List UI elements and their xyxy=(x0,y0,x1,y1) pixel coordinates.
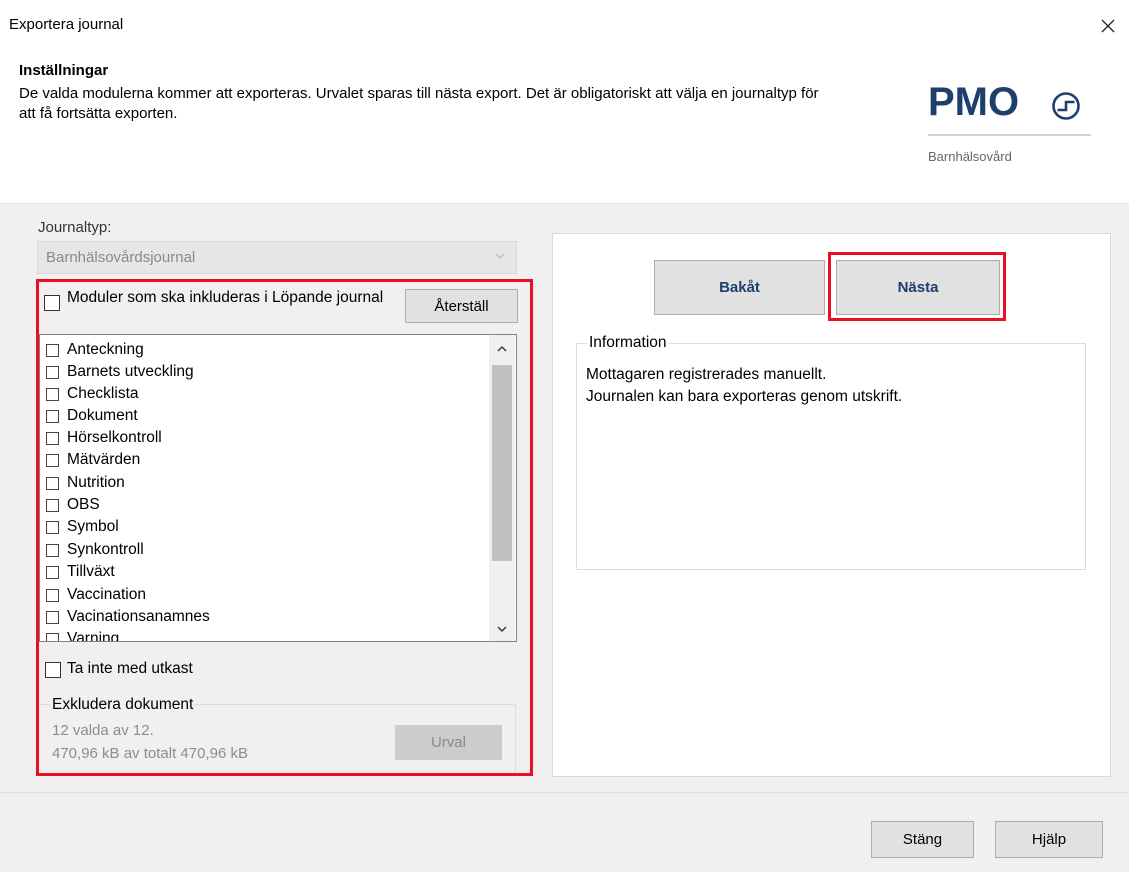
title-bar xyxy=(0,0,1129,52)
close-dialog-button[interactable]: Stäng xyxy=(871,821,974,858)
journaltyp-select[interactable]: Barnhälsovårdsjournal xyxy=(37,241,517,274)
information-line: Mottagaren registrerades manuellt. xyxy=(586,366,827,383)
header-divider xyxy=(0,203,1129,204)
highlight-box-next xyxy=(828,252,1006,321)
pmo-logo: PMO xyxy=(928,80,1088,140)
settings-title: Inställningar xyxy=(19,62,109,79)
logo-divider xyxy=(928,134,1091,136)
highlight-box-modules xyxy=(36,279,533,776)
settings-description: De valda modulerna kommer att exporteras… xyxy=(19,85,819,122)
logo-subtitle: Barnhälsovård xyxy=(928,149,1012,164)
help-button[interactable]: Hjälp xyxy=(995,821,1103,858)
information-line: Journalen kan bara exporteras genom utsk… xyxy=(586,388,903,405)
window-title: Exportera journal xyxy=(9,16,124,33)
chevron-down-icon xyxy=(495,253,505,259)
close-icon xyxy=(1101,19,1115,33)
power-circle-icon xyxy=(1052,92,1080,120)
logo-text: PMO xyxy=(928,80,1020,124)
information-title: Information xyxy=(587,334,669,352)
close-button[interactable] xyxy=(1090,8,1126,44)
journaltyp-label: Journaltyp: xyxy=(38,219,112,236)
journaltyp-value: Barnhälsovårdsjournal xyxy=(46,249,196,266)
back-button[interactable]: Bakåt xyxy=(654,260,825,315)
